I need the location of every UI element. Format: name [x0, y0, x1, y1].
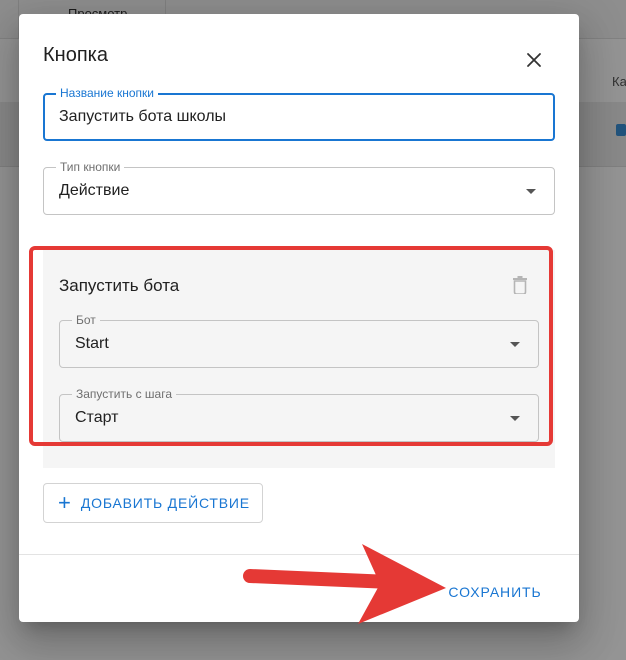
button-name-field[interactable]: Название кнопки Запустить бота школы [43, 86, 555, 141]
dropdown-arrow-icon [510, 342, 520, 347]
plus-icon: + [58, 490, 71, 515]
add-action-label: ДОБАВИТЬ ДЕЙСТВИЕ [80, 495, 250, 511]
delete-action-button[interactable] [513, 276, 527, 299]
action-card: Запустить бота Бот Start Запустить с шаг… [43, 250, 555, 468]
trash-icon [513, 276, 527, 295]
bot-select[interactable]: Бот Start [59, 313, 539, 368]
button-type-value: Действие [59, 182, 130, 199]
dropdown-arrow-icon [526, 189, 536, 194]
bot-label: Бот [72, 313, 100, 327]
button-dialog: Кнопка Название кнопки Запустить бота шк… [19, 14, 579, 622]
close-icon [527, 53, 541, 67]
close-button[interactable] [519, 45, 549, 75]
bot-value: Start [75, 335, 109, 352]
button-type-label: Тип кнопки [56, 160, 125, 174]
button-type-select[interactable]: Тип кнопки Действие [43, 160, 555, 215]
dialog-title: Кнопка [43, 44, 108, 66]
start-step-select[interactable]: Запустить с шага Старт [59, 387, 539, 442]
button-name-value: Запустить бота школы [59, 108, 227, 125]
start-step-value: Старт [75, 409, 119, 426]
start-step-label: Запустить с шага [72, 387, 176, 401]
save-button[interactable]: СОХРАНИТЬ [439, 574, 551, 610]
footer-divider [19, 554, 579, 555]
button-name-label: Название кнопки [56, 86, 158, 100]
action-title: Запустить бота [59, 276, 180, 295]
add-action-button[interactable]: + ДОБАВИТЬ ДЕЙСТВИЕ [43, 483, 263, 523]
dropdown-arrow-icon [510, 416, 520, 421]
